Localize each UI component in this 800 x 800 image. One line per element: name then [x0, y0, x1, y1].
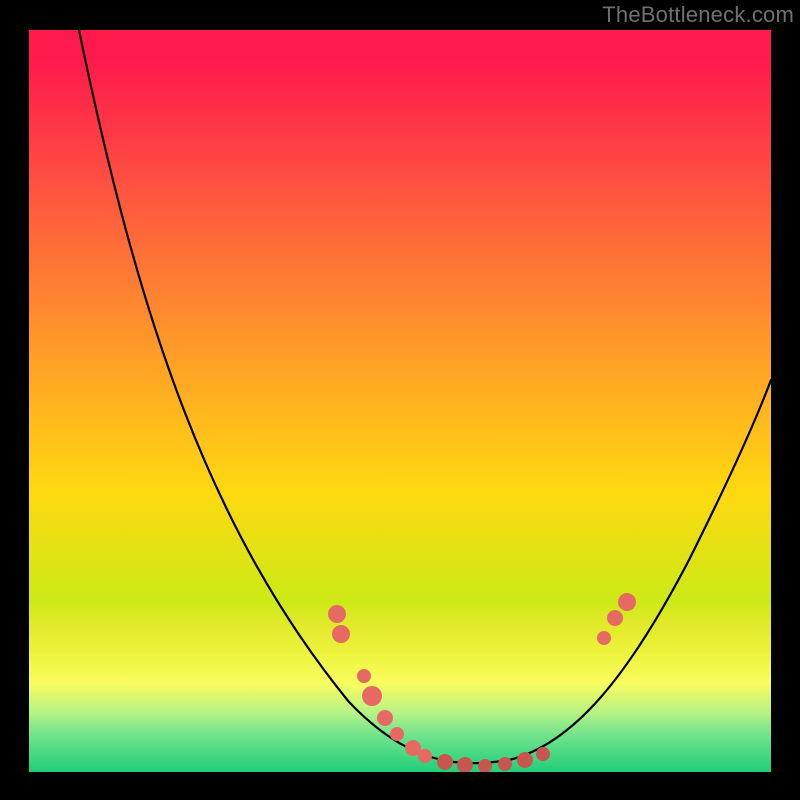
chart-svg: [29, 30, 771, 772]
data-dot: [517, 752, 533, 768]
dots-group: [328, 593, 636, 772]
data-dot: [437, 754, 453, 770]
data-dot: [377, 710, 393, 726]
data-dot: [618, 593, 636, 611]
data-dot: [478, 759, 492, 772]
data-dot: [357, 669, 371, 683]
data-dot: [418, 749, 432, 763]
data-dot: [457, 757, 473, 772]
data-dot: [332, 625, 350, 643]
data-dot: [607, 610, 623, 626]
data-dot: [362, 686, 382, 706]
data-dot: [498, 757, 512, 771]
data-dot: [328, 605, 346, 623]
bottleneck-curve: [79, 30, 771, 763]
watermark-text: TheBottleneck.com: [602, 2, 794, 28]
chart-area: [29, 30, 771, 772]
data-dot: [390, 727, 404, 741]
data-dot: [597, 631, 611, 645]
data-dot: [536, 747, 550, 761]
